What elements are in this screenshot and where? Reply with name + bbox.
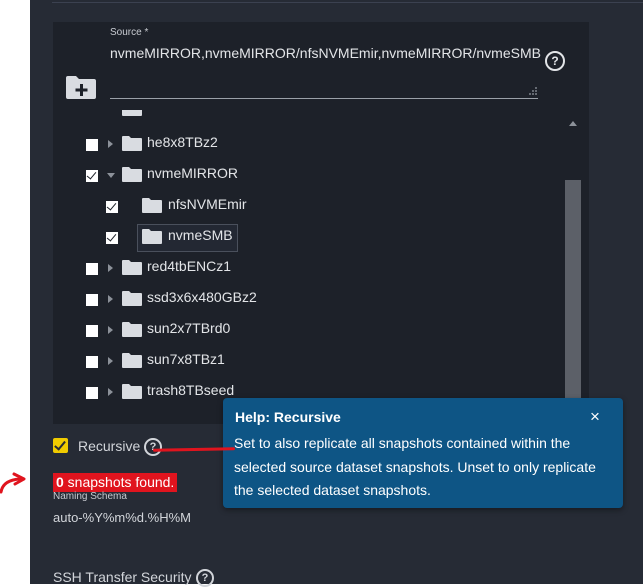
help-circle-icon[interactable]: ? (196, 569, 214, 587)
checkbox[interactable] (106, 232, 118, 244)
tree-row[interactable]: he8x8TBz2 (60, 133, 565, 159)
checkbox[interactable] (86, 294, 98, 306)
naming-schema-label: Naming Schema (53, 491, 127, 502)
snapshots-found-status: 0 snapshots found. (53, 473, 178, 492)
snapshots-count: 0 (56, 474, 64, 490)
resize-grip-icon[interactable] (528, 86, 537, 95)
tree-row[interactable]: sun7x8TBz1 (60, 350, 565, 376)
folder-icon (142, 229, 162, 244)
checkbox[interactable] (86, 325, 98, 337)
tree-node-label: ssd3x6x480GBz2 (147, 289, 257, 305)
close-icon[interactable]: × (590, 408, 600, 426)
help-circle-icon[interactable]: ? (144, 438, 162, 456)
recursive-label: Recursive (78, 438, 141, 454)
folder-icon (122, 384, 142, 399)
tree-row[interactable]: nvmeMIRROR (60, 164, 565, 190)
expand-arrow-icon[interactable] (108, 295, 113, 303)
checkbox[interactable] (86, 387, 98, 399)
expand-arrow-icon[interactable] (108, 357, 113, 365)
snapshots-text: snapshots found. (63, 474, 175, 490)
source-input[interactable]: nvmeMIRROR,nvmeMIRROR/nfsNVMEmir,nvmeMIR… (110, 45, 541, 61)
annotation-arrow-icon (0, 472, 26, 494)
divider (52, 2, 643, 3)
folder-icon (142, 198, 162, 213)
tree-row-selected[interactable]: nvmeSMB (60, 224, 565, 252)
folder-icon (122, 260, 142, 275)
checkbox[interactable] (86, 263, 98, 275)
folder-icon (122, 110, 142, 116)
help-tooltip: Help: Recursive × Set to also replicate … (223, 398, 623, 508)
help-circle-icon[interactable]: ? (545, 51, 565, 71)
tree-node-label: nfsNVMEmir (168, 196, 247, 212)
expand-arrow-icon[interactable] (108, 388, 113, 396)
expand-arrow-icon[interactable] (108, 140, 113, 148)
ssh-transfer-security-label: SSH Transfer Security (53, 569, 192, 585)
expand-arrow-icon[interactable] (108, 264, 113, 272)
tooltip-body: Set to also replicate all snapshots cont… (234, 435, 596, 498)
tree-row[interactable]: nfsNVMEmir (60, 195, 565, 221)
folder-icon (122, 167, 142, 182)
recursive-checkbox[interactable] (53, 438, 68, 453)
tree-node-label: sun7x8TBz1 (147, 351, 225, 367)
tree-scrollbar-thumb[interactable] (565, 180, 581, 400)
tree-node-label: nvmeSMB (168, 227, 233, 243)
dataset-tree: he8x8TBz2 nvmeMIRROR nfsNVMEmir nvmeSMB … (60, 110, 565, 404)
tree-row[interactable]: sun2x7TBrd0 (60, 319, 565, 345)
checkbox[interactable] (86, 139, 98, 151)
folder-icon (122, 322, 142, 337)
tree-row-partial (60, 110, 565, 124)
collapse-arrow-icon[interactable] (107, 173, 115, 178)
tree-row[interactable]: ssd3x6x480GBz2 (60, 288, 565, 314)
folder-icon (122, 291, 142, 306)
source-label: Source * (110, 27, 149, 38)
tree-node-label: nvmeMIRROR (147, 165, 239, 181)
tree-node-label: trash8TBseed (147, 382, 235, 398)
folder-icon (122, 353, 142, 368)
naming-schema-value[interactable]: auto-%Y%m%d.%H%M (53, 510, 191, 525)
scroll-up-arrow-icon[interactable] (569, 121, 577, 126)
folder-plus-icon[interactable] (65, 74, 97, 100)
folder-icon (122, 136, 142, 151)
expand-arrow-icon[interactable] (108, 326, 113, 334)
tree-node-label: red4tbENCz1 (147, 258, 232, 274)
tree-node-label: he8x8TBz2 (147, 134, 218, 150)
source-underline (110, 98, 538, 99)
checkbox[interactable] (86, 170, 98, 182)
checkbox[interactable] (86, 356, 98, 368)
checkbox[interactable] (106, 201, 118, 213)
tree-row[interactable]: red4tbENCz1 (60, 257, 565, 283)
tooltip-title: Help: Recursive (235, 409, 341, 425)
tree-node-label: sun2x7TBrd0 (147, 320, 231, 336)
